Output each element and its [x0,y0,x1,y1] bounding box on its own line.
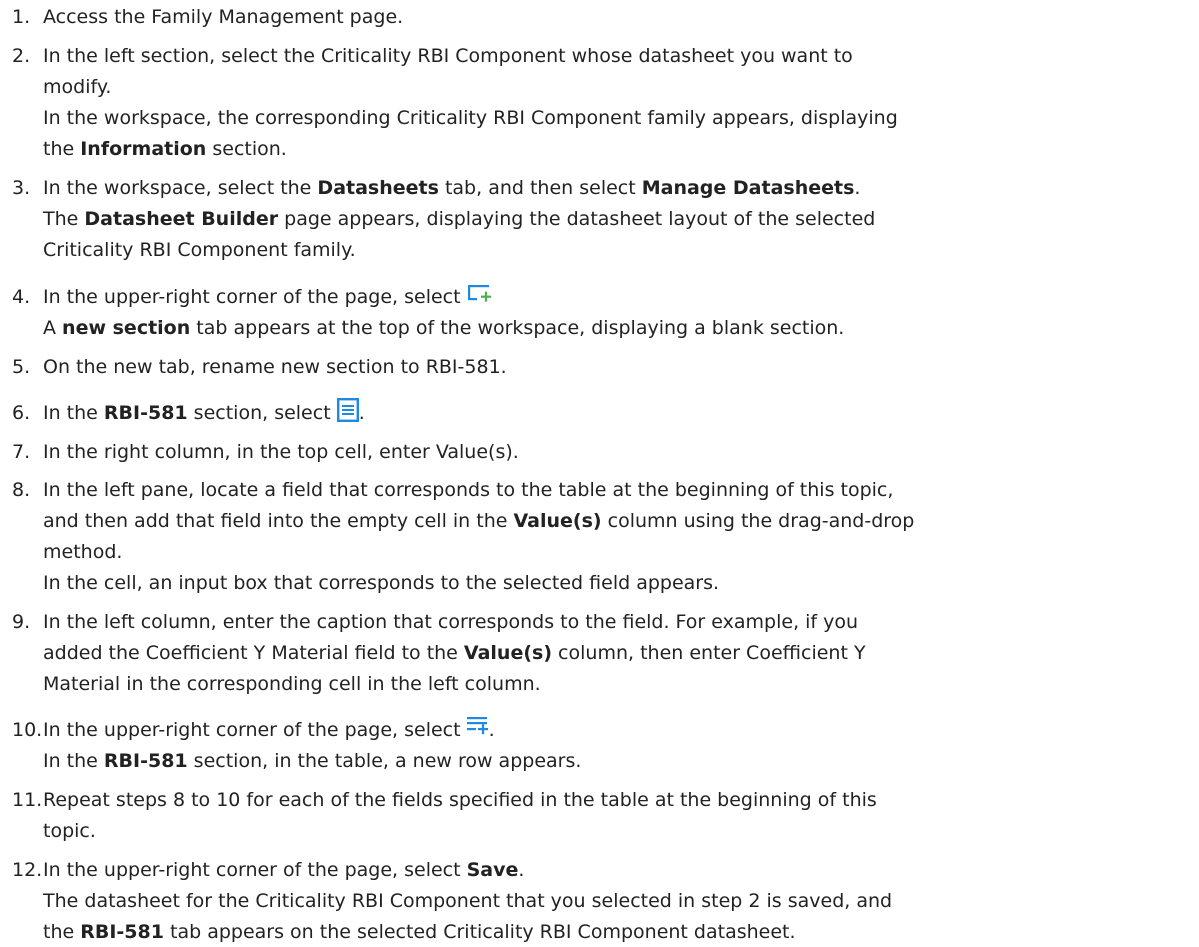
step-number: 12. [12,859,43,881]
step-text: In the cell, an input box that correspon… [43,572,720,594]
step-text: The [43,208,85,230]
step-text: In the workspace, select the [43,177,318,199]
step-number: 1. [12,6,31,28]
ui-term: Datasheets [317,177,439,199]
step-2-line-4: the Information section. [43,137,287,161]
procedure-steps: 1. Access the Family Management page. 2. I… [0,0,1199,947]
step-text: In the left section, select the Critical… [43,45,853,67]
step-text: page appears, displaying the datasheet l… [278,208,876,230]
step-10-line-2: In the RBI-581 section, in the table, a … [43,749,581,773]
step-text: In the upper-right corner of the page, s… [43,286,467,308]
step-text: In the right column, in the top cell, en… [43,441,519,463]
ui-term: Manage Datasheets [641,177,855,199]
step-12-line-3: the RBI-581 tab appears on the selected … [43,920,796,944]
step-6-line-1: 6. In the RBI-581 section, select . [12,397,365,426]
step-8-line-2: and then add that field into the empty c… [43,509,914,533]
step-text: the [43,138,81,160]
step-2-line-3: In the workspace, the corresponding Crit… [43,106,898,130]
ui-term: Information [80,138,207,160]
step-text: In the [43,402,104,424]
step-2-line-1: 2. In the left section, select the Critic… [12,44,853,68]
step-text: tab appears on the selected Criticality … [163,921,796,943]
step-text: In the left pane, locate a field that co… [43,479,894,501]
step-text: . [488,719,495,741]
step-text: modify. [43,76,112,98]
step-11-line-1: 11.Repeat steps 8 to 10 for each of the … [12,788,877,812]
step-text: topic. [43,820,96,842]
step-text: section. [206,138,287,160]
step-text: method. [43,541,123,563]
step-text: In the workspace, the corresponding Crit… [43,107,898,129]
step-number: 10. [12,719,43,741]
step-text: added the Coefficient Y Material field t… [43,642,464,664]
step-number: 3. [12,177,31,199]
step-text: column, then enter Coefficient Y [552,642,866,664]
step-text: In the [43,750,104,772]
step-text: In the left column, enter the caption th… [43,611,859,633]
ui-term: RBI-581 [103,750,188,772]
step-9-line-2: added the Coefficient Y Material field t… [43,641,866,665]
step-9-line-3: Material in the corresponding cell in th… [43,672,541,696]
step-number: 11. [12,789,43,811]
step-5-line-1: 5. On the new tab, rename new section to … [12,355,507,379]
step-8-line-3: method. [43,540,122,564]
step-3-line-1: 3. In the workspace, select the Datasheet… [12,176,860,200]
step-1-line-1: 1. Access the Family Management page. [12,5,403,29]
step-text: and then add that field into the empty c… [43,510,514,532]
ui-term: new section [62,317,191,339]
step-text: The datasheet for the Criticality RBI Co… [43,890,893,912]
step-number: 7. [12,441,31,463]
step-text: column using the drag-and-drop [601,510,915,532]
step-text: In the upper-right corner of the page, s… [43,719,467,741]
step-2-line-2: modify. [43,75,111,99]
step-text: section, select [187,402,337,424]
add-section-icon [467,282,492,304]
step-number: 4. [12,286,31,308]
step-10-line-1: 10.In the upper-right corner of the page… [12,716,495,742]
step-number: 2. [12,45,31,67]
step-text: Access the Family Management page. [43,6,404,28]
step-text: On the new tab, rename new section to RB… [43,356,507,378]
table-layout-icon [336,397,359,422]
step-text: section, in the table, a new row appears… [187,750,582,772]
step-text: tab appears at the top of the workspace,… [190,317,845,339]
step-12-line-2: The datasheet for the Criticality RBI Co… [43,889,892,913]
step-text: . [518,859,525,881]
step-4-line-2: A new section tab appears at the top of … [43,316,844,340]
ui-term: Save [466,859,519,881]
step-8-line-4: In the cell, an input box that correspon… [43,571,719,595]
ui-term: RBI-581 [80,921,164,943]
step-4-line-1: 4. In the upper-right corner of the page,… [12,282,492,309]
ui-term: Value(s) [513,510,602,532]
add-row-icon [466,716,489,736]
step-8-line-1: 8. In the left pane, locate a field that … [12,478,893,502]
ui-term: Value(s) [463,642,553,664]
step-text: In the upper-right corner of the page, s… [43,859,467,881]
step-12-line-1: 12.In the upper-right corner of the page… [12,858,524,882]
step-number: 6. [12,402,31,424]
step-3-line-3: Criticality RBI Component family. [43,238,356,262]
ui-term: RBI-581 [103,402,188,424]
step-11-line-2: topic. [43,819,96,843]
step-text: Repeat steps 8 to 10 for each of the fie… [43,789,877,811]
step-text: A [43,317,63,339]
step-text: tab, and then select [438,177,642,199]
step-number: 8. [12,479,31,501]
step-7-line-1: 7. In the right column, in the top cell, … [12,440,519,464]
step-3-line-2: The Datasheet Builder page appears, disp… [43,207,875,231]
step-text: . [854,177,861,199]
step-number: 9. [12,611,31,633]
step-9-line-1: 9. In the left column, enter the caption … [12,610,858,634]
step-text: Material in the corresponding cell in th… [43,673,541,695]
step-text: . [358,402,365,424]
ui-term: Datasheet Builder [84,208,279,230]
step-number: 5. [12,356,31,378]
step-text: the [43,921,81,943]
step-text: Criticality RBI Component family. [43,239,356,261]
